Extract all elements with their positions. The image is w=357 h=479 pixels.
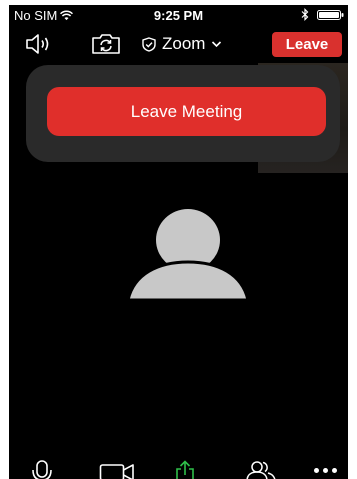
battery-icon xyxy=(317,10,344,20)
leave-button[interactable]: Leave xyxy=(272,32,342,57)
leave-meeting-popup: Leave Meeting xyxy=(26,65,340,162)
meeting-menu-label: Zoom xyxy=(162,34,206,53)
leave-meeting-button[interactable]: Leave Meeting xyxy=(47,87,326,136)
meeting-toolbar: Zoom Leave xyxy=(9,27,348,61)
chevron-down-icon xyxy=(212,41,222,48)
meeting-controls-bar xyxy=(9,452,348,479)
microphone-icon[interactable] xyxy=(31,460,53,479)
more-icon[interactable] xyxy=(314,466,342,474)
person-placeholder-icon xyxy=(128,209,248,300)
meeting-screen: No SIM 9:25 PM Zoom Leave Leave Meeting xyxy=(9,5,348,479)
status-time: 9:25 PM xyxy=(153,8,204,23)
more-dot xyxy=(323,467,328,473)
speaker-icon[interactable] xyxy=(24,33,52,55)
more-dot xyxy=(314,467,319,473)
bluetooth-icon xyxy=(301,8,309,21)
more-dot xyxy=(332,467,337,473)
status-bar: No SIM 9:25 PM xyxy=(9,5,348,25)
participants-icon[interactable] xyxy=(245,460,277,479)
shield-check-icon xyxy=(142,36,156,52)
video-camera-icon[interactable] xyxy=(99,460,135,479)
meeting-info-menu[interactable]: Zoom xyxy=(142,33,222,55)
camera-switch-icon[interactable] xyxy=(91,32,121,56)
share-icon[interactable] xyxy=(174,460,196,479)
